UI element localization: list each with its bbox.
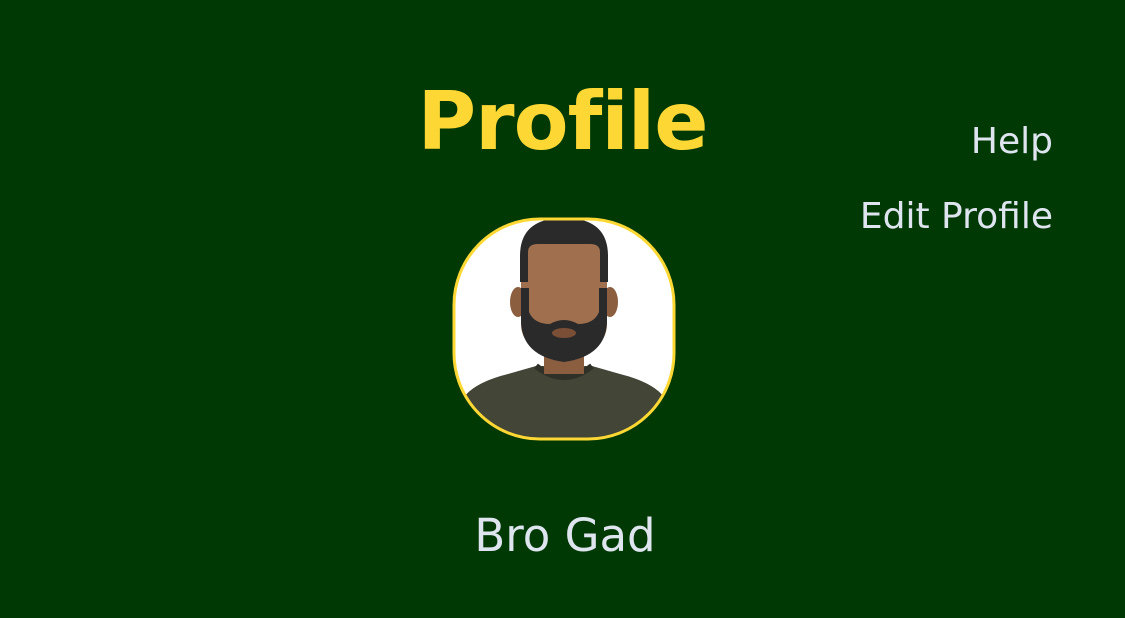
avatar — [450, 216, 678, 444]
user-name: Bro Gad — [474, 509, 656, 562]
edit-profile-link[interactable]: Edit Profile — [860, 195, 1053, 239]
person-avatar-icon — [452, 217, 676, 441]
page-title: Profile — [417, 75, 709, 168]
help-link[interactable]: Help — [971, 120, 1053, 164]
